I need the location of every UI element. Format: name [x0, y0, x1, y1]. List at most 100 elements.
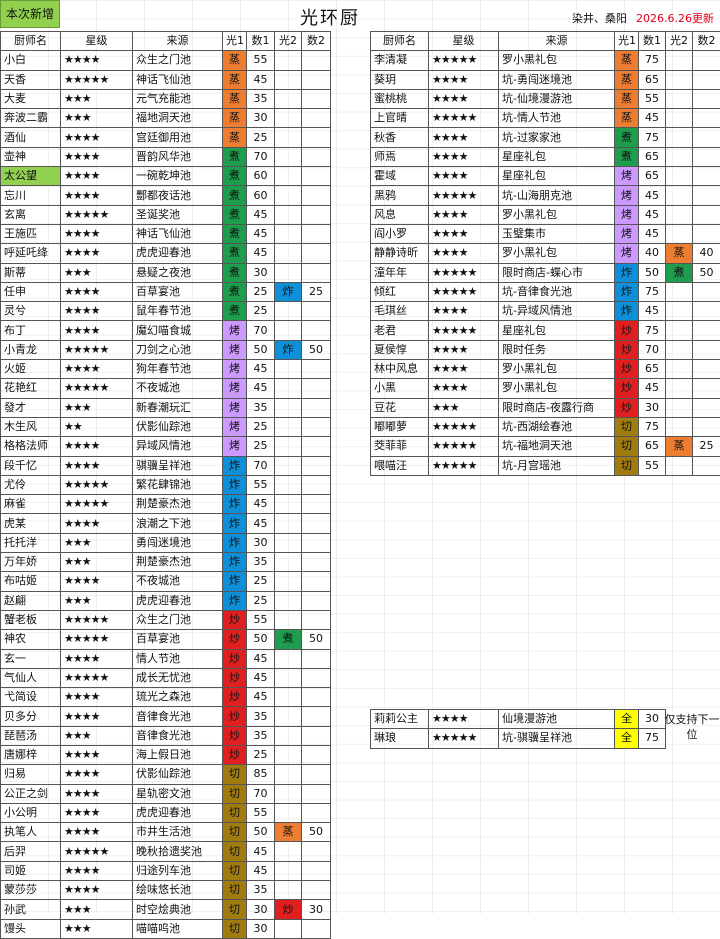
source-pool-cell: 勇闯迷境池 [133, 533, 223, 552]
aura1-method-cell: 切 [223, 765, 247, 784]
aura2-value-cell [693, 70, 720, 89]
source-pool-cell: 晋韵风华池 [133, 147, 223, 166]
source-pool-cell: 坑-福地洞天池 [499, 437, 615, 456]
source-pool-cell: 罗小黑礼包 [499, 379, 615, 398]
star-rating-cell: ★★★★ [61, 823, 133, 842]
table-row: 茭菲菲★★★★★坑-福地洞天池切65蒸25 [371, 437, 720, 456]
aura2-value-cell [302, 765, 331, 784]
star-rating-cell: ★★★★ [61, 360, 133, 379]
chef-name-cell: 莉莉公主 [371, 710, 429, 729]
star-rating-cell: ★★★★ [429, 89, 499, 108]
table-row: 琵琶汤★★★音律食光池炒35 [1, 726, 331, 745]
chef-name-cell: 忘川 [1, 186, 61, 205]
source-pool-cell: 坑-情人节池 [499, 109, 615, 128]
aura2-method-cell [666, 379, 693, 398]
aura1-value-cell: 65 [639, 167, 666, 186]
aura1-method-cell: 煮 [223, 205, 247, 224]
star-rating-cell: ★★★★ [61, 321, 133, 340]
authors-label: 染井、桑阳 [572, 10, 627, 26]
aura2-value-cell [302, 553, 331, 572]
table-row: 王施匹★★★★神话飞仙池煮45 [1, 224, 331, 243]
aura2-value-cell [302, 205, 331, 224]
aura1-method-cell: 切 [223, 919, 247, 938]
aura2-value-cell [693, 340, 720, 359]
aura1-method-cell: 烤 [223, 417, 247, 436]
aura2-value-cell [302, 919, 331, 938]
aura2-method-cell [275, 379, 302, 398]
chef-name-cell: 孙武 [1, 900, 61, 919]
chef-name-cell: 尤伶 [1, 475, 61, 494]
source-pool-cell: 坑-过家家池 [499, 128, 615, 147]
right-chef-table: 厨师名 星级 来源 光1 数1 光2 数2 李清凝★★★★★罗小黑礼包蒸75葵玥… [370, 31, 720, 476]
chef-name-cell: 黑鸦 [371, 186, 429, 205]
chef-name-cell: 布咕姬 [1, 572, 61, 591]
aura1-method-cell: 煮 [223, 224, 247, 243]
aura1-value-cell: 30 [247, 533, 275, 552]
table-row: 执笔人★★★★市井生活池切50蒸50 [1, 823, 331, 842]
table-row: 托托洋★★★勇闯迷境池炸30 [1, 533, 331, 552]
aura2-method-cell [275, 475, 302, 494]
chef-name-cell: 秋香 [371, 128, 429, 147]
aura2-value-cell [693, 186, 720, 205]
table-row: 馒头★★★喵喵呜池切30 [1, 919, 331, 938]
chef-name-cell: 司姬 [1, 861, 61, 880]
aura1-value-cell: 25 [247, 591, 275, 610]
table-row: 黑鸦★★★★★坑-山海朋克池烤45 [371, 186, 720, 205]
aura1-method-cell: 煮 [223, 147, 247, 166]
table-row: 归易★★★★伏影仙踪池切85 [1, 765, 331, 784]
chef-name-cell: 任申 [1, 282, 61, 301]
source-pool-cell: 酆都夜话池 [133, 186, 223, 205]
special-note: 仅支持下一位 [664, 712, 720, 742]
aura2-value-cell [302, 495, 331, 514]
star-rating-cell: ★★★★★ [429, 263, 499, 282]
aura2-value-cell [302, 572, 331, 591]
right-table-body: 李清凝★★★★★罗小黑礼包蒸75葵玥★★★★坑-勇闯迷境池蒸65蜜桃桃★★★★坑… [371, 51, 720, 476]
aura1-value-cell: 45 [639, 109, 666, 128]
aura1-method-cell: 炒 [223, 745, 247, 764]
aura1-value-cell: 55 [247, 475, 275, 494]
star-rating-cell: ★★★★★ [61, 70, 133, 89]
chef-name-cell: 格格法师 [1, 437, 61, 456]
aura1-method-cell: 蒸 [615, 51, 639, 70]
table-row: 莉莉公主★★★★仙境漫游池全30 [371, 710, 666, 729]
chef-name-cell: 斯蒂 [1, 263, 61, 282]
aura1-method-cell: 切 [223, 784, 247, 803]
star-rating-cell: ★★★★ [429, 360, 499, 379]
aura2-method-cell [275, 495, 302, 514]
star-rating-cell: ★★★★ [61, 765, 133, 784]
aura1-method-cell: 切 [223, 900, 247, 919]
star-rating-cell: ★★★★ [429, 244, 499, 263]
table-row: 上官晴★★★★★坑-情人节池蒸45 [371, 109, 720, 128]
table-row: 太公望★★★★一碗乾坤池煮60 [1, 167, 331, 186]
aura1-value-cell: 55 [639, 89, 666, 108]
table-row: 蒙莎莎★★★★绘味悠长池切35 [1, 881, 331, 900]
star-rating-cell: ★★★★ [61, 456, 133, 475]
aura1-method-cell: 蒸 [615, 109, 639, 128]
table-row: 老君★★★★★星座礼包炒75 [371, 321, 720, 340]
star-rating-cell: ★★★★ [61, 302, 133, 321]
table-row: 喂喵汪★★★★★坑-月宫瑶池切55 [371, 456, 720, 475]
aura1-method-cell: 烤 [223, 340, 247, 359]
aura1-value-cell: 35 [247, 89, 275, 108]
aura1-value-cell: 55 [639, 456, 666, 475]
aura2-method-cell [666, 147, 693, 166]
chef-name-cell: 阎小罗 [371, 224, 429, 243]
left-table-body: 小白★★★★众生之门池蒸55天香★★★★★神话飞仙池蒸45大麦★★★元气充能池蒸… [1, 51, 331, 939]
star-rating-cell: ★★★★ [61, 224, 133, 243]
aura1-value-cell: 25 [247, 572, 275, 591]
aura1-method-cell: 烤 [223, 379, 247, 398]
aura2-method-cell [275, 707, 302, 726]
aura1-method-cell: 炒 [223, 688, 247, 707]
table-row: 后羿★★★★★晚秋拾遗奖池切45 [1, 842, 331, 861]
star-rating-cell: ★★★ [61, 89, 133, 108]
table-row: 呼延吒绛★★★★虎虎迎春池煮45 [1, 244, 331, 263]
table-row: 玄离★★★★★圣诞奖池煮45 [1, 205, 331, 224]
source-pool-cell: 琉光之森池 [133, 688, 223, 707]
aura2-method-cell: 炸 [275, 340, 302, 359]
col-header-value1: 数1 [639, 32, 666, 51]
aura1-value-cell: 25 [247, 417, 275, 436]
aura1-value-cell: 45 [639, 205, 666, 224]
table-row: 贝多分★★★★音律食光池炒35 [1, 707, 331, 726]
aura2-method-cell [275, 51, 302, 70]
aura2-value-cell: 25 [693, 437, 720, 456]
